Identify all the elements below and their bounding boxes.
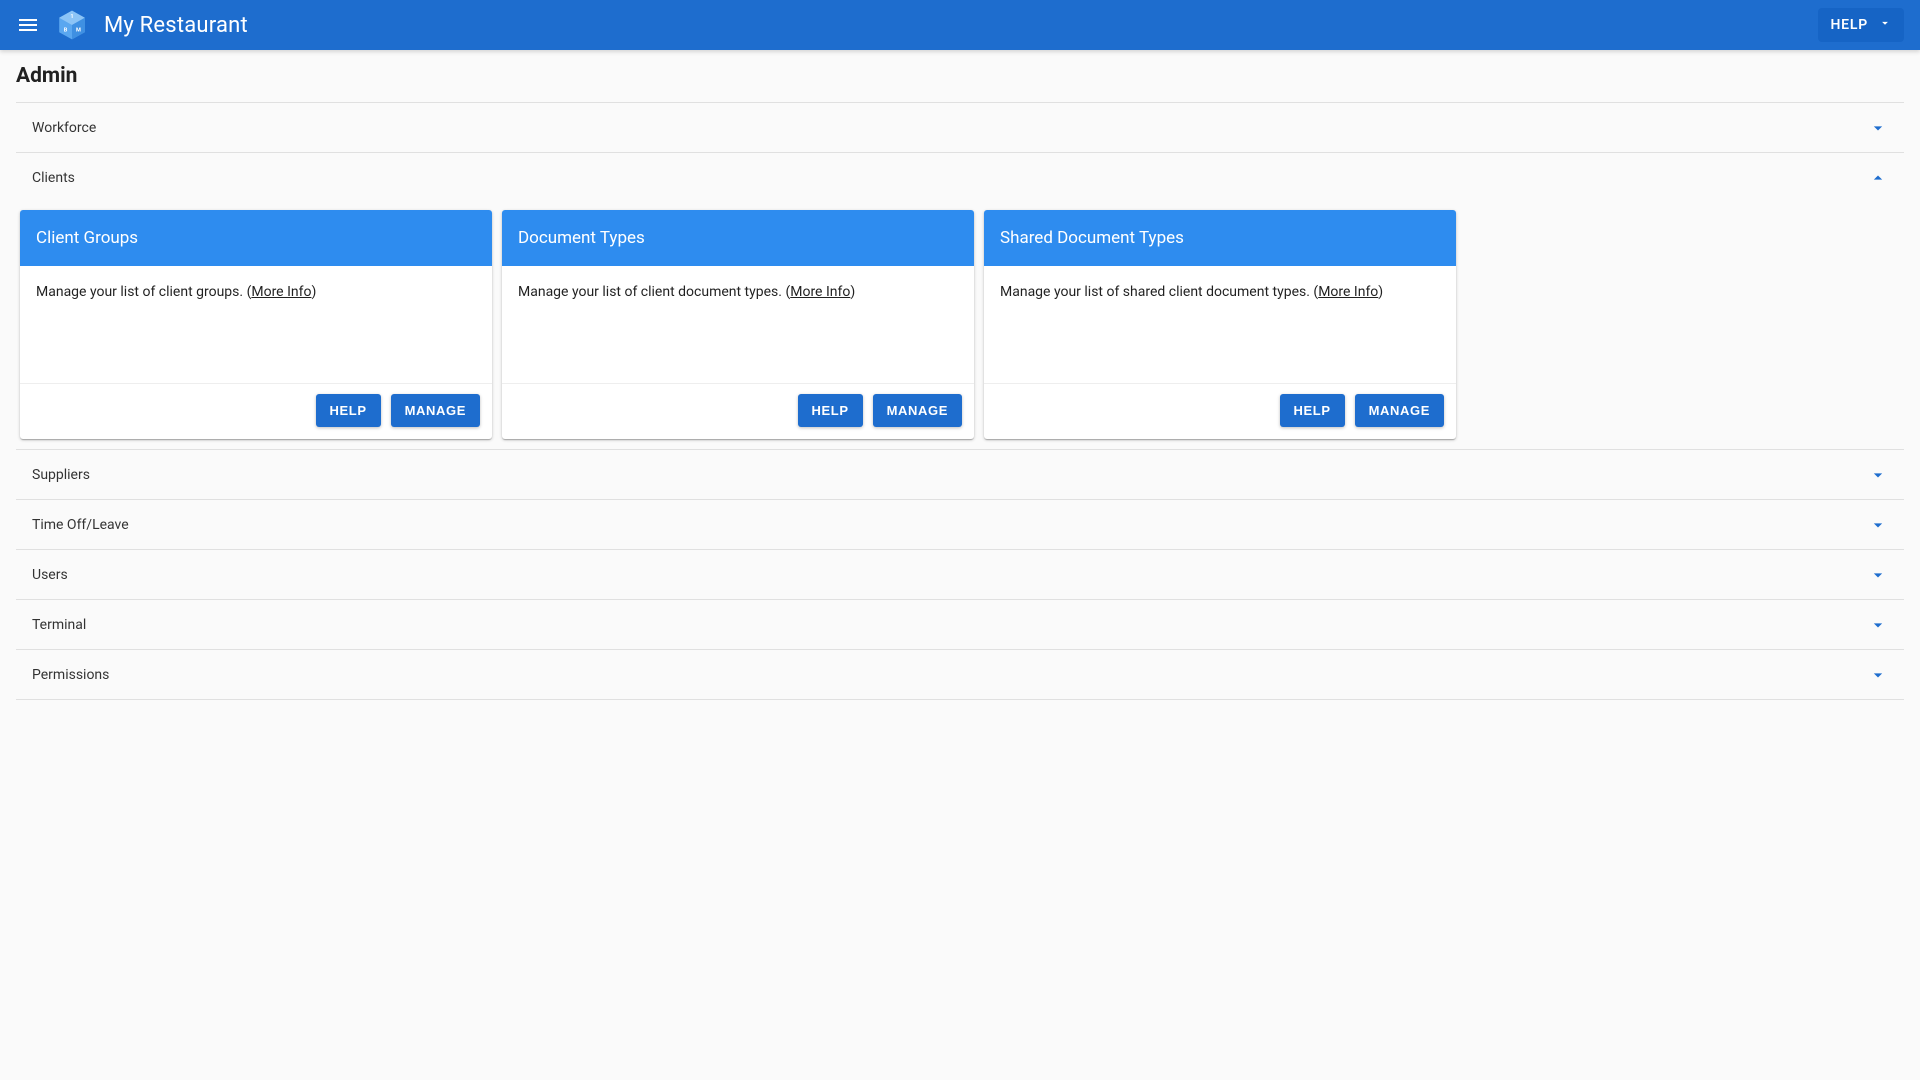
card-shared-document-types: Shared Document Types Manage your list o… [984, 210, 1456, 439]
section-header-terminal[interactable]: Terminal [16, 600, 1904, 649]
card-actions: HELP MANAGE [984, 384, 1456, 439]
card-title: Document Types [502, 210, 974, 266]
more-info-link[interactable]: More Info [790, 284, 850, 300]
card-desc: Manage your list of client groups. [36, 284, 247, 300]
chevron-down-icon [1868, 465, 1888, 485]
app-bar: 1 B M My Restaurant HELP [0, 0, 1920, 50]
help-button[interactable]: HELP [316, 394, 381, 427]
svg-text:1: 1 [70, 14, 73, 20]
section-permissions: Permissions [16, 649, 1904, 700]
card-body: Manage your list of client document type… [502, 266, 974, 384]
card-title: Client Groups [20, 210, 492, 266]
chevron-down-icon [1868, 118, 1888, 138]
section-header-workforce[interactable]: Workforce [16, 103, 1904, 152]
svg-text:B: B [64, 27, 68, 33]
section-label: Suppliers [32, 467, 90, 483]
section-header-users[interactable]: Users [16, 550, 1904, 599]
card-client-groups: Client Groups Manage your list of client… [20, 210, 492, 439]
section-header-permissions[interactable]: Permissions [16, 650, 1904, 699]
section-workforce: Workforce [16, 102, 1904, 152]
section-header-time-off-leave[interactable]: Time Off/Leave [16, 500, 1904, 549]
help-button[interactable]: HELP [798, 394, 863, 427]
section-label: Terminal [32, 617, 86, 633]
caret-down-icon [1878, 16, 1892, 34]
section-header-suppliers[interactable]: Suppliers [16, 450, 1904, 499]
section-label: Clients [32, 170, 75, 186]
manage-button[interactable]: MANAGE [391, 394, 480, 427]
manage-button[interactable]: MANAGE [873, 394, 962, 427]
app-title: My Restaurant [104, 13, 248, 38]
section-header-clients[interactable]: Clients [16, 153, 1904, 202]
card-title: Shared Document Types [984, 210, 1456, 266]
card-desc: Manage your list of shared client docume… [1000, 284, 1313, 300]
card-document-types: Document Types Manage your list of clien… [502, 210, 974, 439]
help-dropdown[interactable]: HELP [1818, 8, 1904, 42]
chevron-down-icon [1868, 565, 1888, 585]
more-info-link[interactable]: More Info [251, 284, 311, 300]
section-label: Workforce [32, 120, 96, 136]
card-desc: Manage your list of client document type… [518, 284, 785, 300]
section-suppliers: Suppliers [16, 449, 1904, 499]
section-label: Permissions [32, 667, 109, 683]
page-title: Admin [16, 64, 1904, 88]
chevron-down-icon [1868, 665, 1888, 685]
card-actions: HELP MANAGE [502, 384, 974, 439]
chevron-down-icon [1868, 615, 1888, 635]
card-body: Manage your list of client groups. (More… [20, 266, 492, 384]
section-body-clients: Client Groups Manage your list of client… [16, 202, 1904, 449]
svg-text:M: M [76, 27, 81, 33]
help-dropdown-label: HELP [1830, 17, 1868, 33]
section-label: Users [32, 567, 68, 583]
menu-icon[interactable] [16, 13, 40, 37]
section-terminal: Terminal [16, 599, 1904, 649]
admin-page: Admin Workforce Clients Client Groups Ma… [0, 50, 1920, 700]
section-clients: Clients Client Groups Manage your list o… [16, 152, 1904, 449]
manage-button[interactable]: MANAGE [1355, 394, 1444, 427]
chevron-up-icon [1868, 168, 1888, 188]
help-button[interactable]: HELP [1280, 394, 1345, 427]
section-users: Users [16, 549, 1904, 599]
section-label: Time Off/Leave [32, 517, 129, 533]
chevron-down-icon [1868, 515, 1888, 535]
card-actions: HELP MANAGE [20, 384, 492, 439]
app-logo-icon: 1 B M [56, 9, 88, 41]
more-info-link[interactable]: More Info [1318, 284, 1378, 300]
card-body: Manage your list of shared client docume… [984, 266, 1456, 384]
section-time-off-leave: Time Off/Leave [16, 499, 1904, 549]
